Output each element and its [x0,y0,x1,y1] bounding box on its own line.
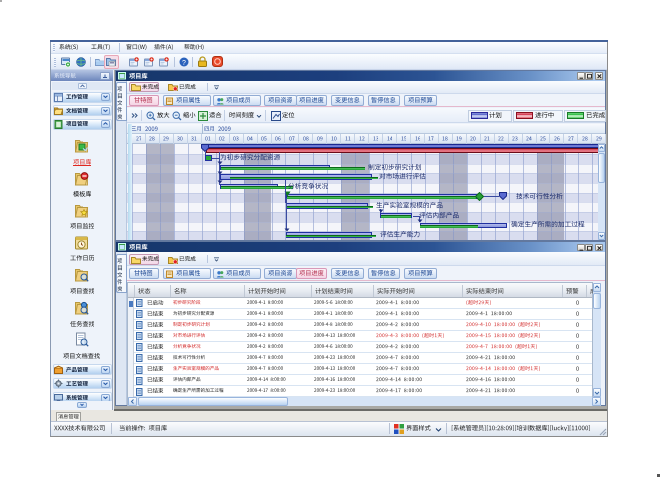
svg-text:?: ? [182,60,186,67]
